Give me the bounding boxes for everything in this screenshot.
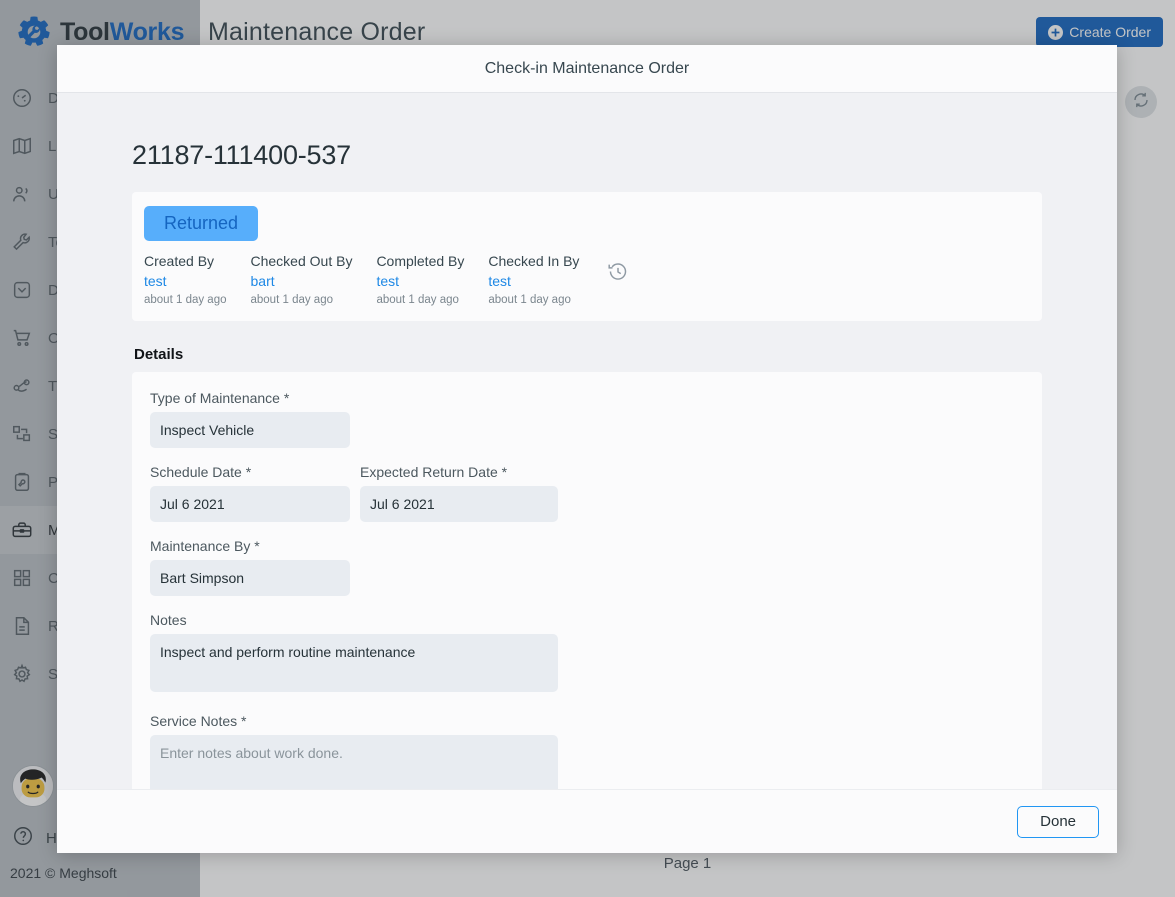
- people-row: Created By test about 1 day ago Checked …: [144, 251, 1030, 309]
- expected-return-date-input[interactable]: [360, 486, 558, 522]
- person-time: about 1 day ago: [251, 292, 353, 309]
- date-fields-row: Schedule Date * Expected Return Date *: [150, 464, 1024, 538]
- service-notes-textarea[interactable]: [150, 735, 558, 789]
- modal-title: Check-in Maintenance Order: [485, 60, 690, 78]
- schedule-date-input[interactable]: [150, 486, 350, 522]
- person-time: about 1 day ago: [144, 292, 227, 309]
- modal-header: Check-in Maintenance Order: [57, 45, 1117, 93]
- field-label: Type of Maintenance *: [150, 390, 1024, 406]
- person-completed-by: Completed By test about 1 day ago: [376, 251, 488, 309]
- field-expected-return-date: Expected Return Date *: [360, 464, 558, 522]
- person-label: Checked In By: [488, 251, 579, 271]
- field-label: Schedule Date *: [150, 464, 350, 480]
- history-clock-icon: [607, 270, 629, 287]
- field-label: Maintenance By *: [150, 538, 1024, 554]
- modal-footer: Done: [57, 789, 1117, 853]
- person-label: Checked Out By: [251, 251, 353, 271]
- details-form: Type of Maintenance * Schedule Date * Ex…: [132, 372, 1042, 789]
- done-button[interactable]: Done: [1017, 806, 1099, 838]
- details-heading: Details: [134, 346, 1042, 363]
- person-name[interactable]: test: [488, 271, 579, 291]
- person-checked-out-by: Checked Out By bart about 1 day ago: [251, 251, 377, 309]
- field-label: Service Notes *: [150, 713, 1024, 729]
- field-notes: Notes: [150, 612, 1024, 697]
- person-name[interactable]: test: [144, 271, 227, 291]
- field-label: Notes: [150, 612, 1024, 628]
- app-root: ToolWorks Dashboard Locations Users: [0, 0, 1175, 897]
- field-type-of-maintenance: Type of Maintenance *: [150, 390, 1024, 448]
- maintenance-by-input[interactable]: [150, 560, 350, 596]
- person-label: Completed By: [376, 251, 464, 271]
- modal-body: 21187-111400-537 Returned Created By tes…: [57, 93, 1117, 789]
- person-label: Created By: [144, 251, 227, 271]
- field-label: Expected Return Date *: [360, 464, 558, 480]
- person-time: about 1 day ago: [376, 292, 464, 309]
- field-schedule-date: Schedule Date *: [150, 464, 350, 522]
- notes-textarea[interactable]: [150, 634, 558, 692]
- order-summary-card: Returned Created By test about 1 day ago…: [132, 192, 1042, 321]
- person-name[interactable]: bart: [251, 271, 353, 291]
- person-time: about 1 day ago: [488, 292, 579, 309]
- modal-scroll-region: 21187-111400-537 Returned Created By tes…: [57, 93, 1117, 789]
- type-of-maintenance-input[interactable]: [150, 412, 350, 448]
- field-maintenance-by: Maintenance By *: [150, 538, 1024, 596]
- person-created-by: Created By test about 1 day ago: [144, 251, 251, 309]
- field-service-notes: Service Notes *: [150, 713, 1024, 789]
- person-checked-in-by: Checked In By test about 1 day ago: [488, 251, 603, 309]
- status-badge: Returned: [144, 206, 258, 241]
- order-id: 21187-111400-537: [132, 140, 1042, 171]
- checkin-maintenance-order-modal: Check-in Maintenance Order 21187-111400-…: [57, 45, 1117, 853]
- person-name[interactable]: test: [376, 271, 464, 291]
- history-button[interactable]: [607, 261, 629, 288]
